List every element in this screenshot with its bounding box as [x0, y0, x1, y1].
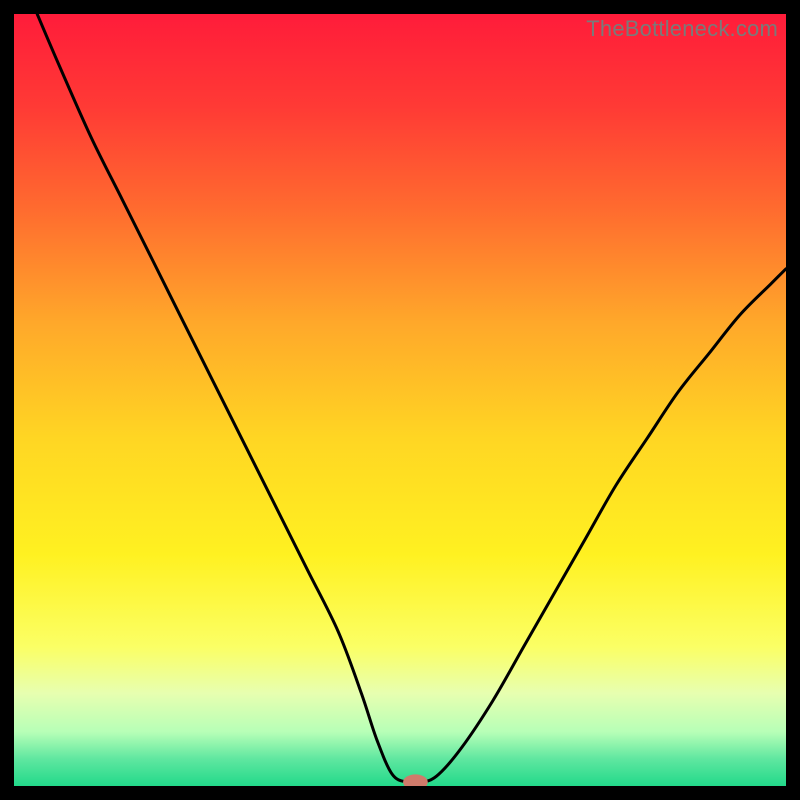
chart-background: [14, 14, 786, 786]
watermark-text: TheBottleneck.com: [586, 16, 778, 42]
chart-frame: TheBottleneck.com: [14, 14, 786, 786]
chart-svg: [14, 14, 786, 786]
plot-area: TheBottleneck.com: [14, 14, 786, 786]
